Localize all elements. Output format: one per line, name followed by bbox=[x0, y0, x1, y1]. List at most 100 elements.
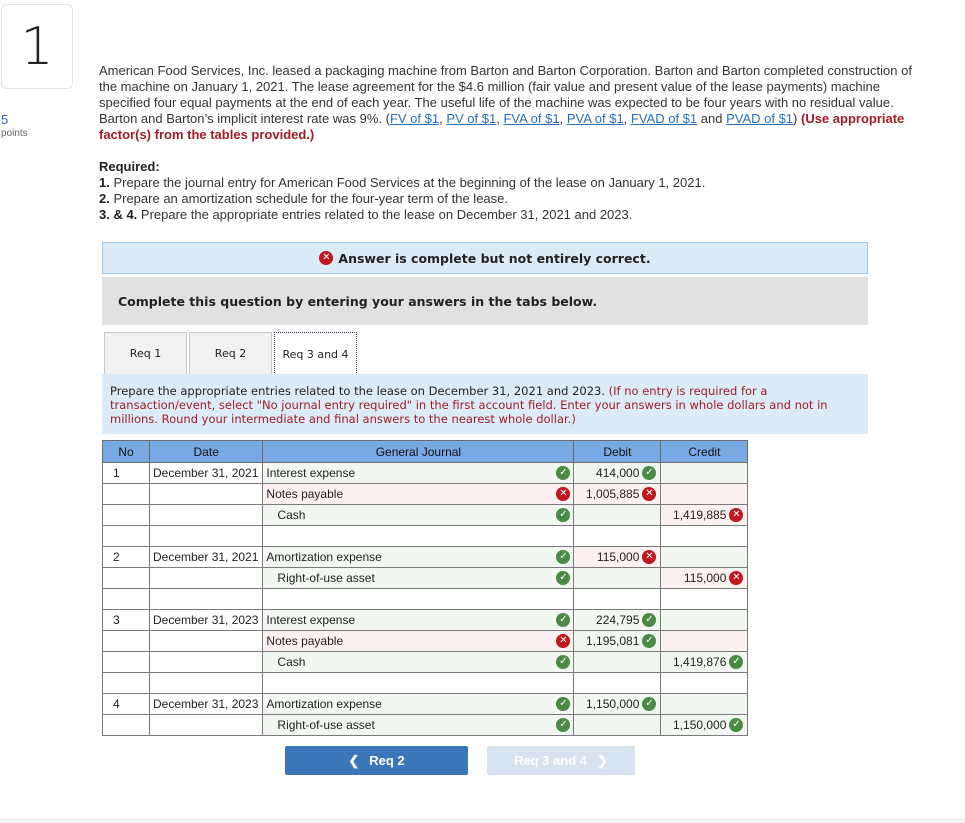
table-row: Cash ✓ 1,419,885 ✕ bbox=[102, 504, 749, 526]
cell-credit[interactable]: 115,000 ✕ bbox=[660, 567, 749, 589]
cell-account[interactable]: Cash ✓ bbox=[262, 504, 575, 526]
cell-no bbox=[102, 714, 150, 736]
tab-req-2[interactable]: Req 2 bbox=[189, 332, 272, 374]
credit-value: 1,419,885 bbox=[673, 508, 727, 522]
table-row: Cash ✓ 1,419,876 ✓ bbox=[102, 651, 749, 673]
account-name: Interest expense bbox=[266, 466, 356, 480]
points-label: points bbox=[1, 128, 28, 139]
x-circle-icon: ✕ bbox=[642, 550, 657, 564]
cell-account[interactable]: Amortization expense ✓ bbox=[262, 546, 575, 568]
cell-credit[interactable] bbox=[660, 483, 749, 505]
x-circle-icon: ✕ bbox=[556, 487, 571, 501]
cell-debit[interactable]: 1,150,000 ✓ bbox=[573, 693, 662, 715]
table-row bbox=[102, 525, 749, 547]
cell-date[interactable]: December 31, 2021 bbox=[148, 546, 264, 568]
cell-no: 1 bbox=[102, 462, 150, 484]
account-name: Interest expense bbox=[266, 613, 356, 627]
cell-date[interactable]: December 31, 2023 bbox=[148, 693, 264, 715]
link-fvad-of-1[interactable]: FVAD of $1 bbox=[631, 111, 697, 126]
close-paren: ) bbox=[793, 111, 801, 126]
header-date: Date bbox=[148, 440, 264, 463]
journal-header-row: No Date General Journal Debit Credit bbox=[102, 440, 749, 463]
cell-debit[interactable]: 414,000 ✓ bbox=[573, 462, 662, 484]
cell-credit[interactable] bbox=[660, 546, 749, 568]
credit-value: 115,000 bbox=[683, 571, 727, 585]
cell-credit[interactable] bbox=[660, 462, 749, 484]
link-fv-of-1[interactable]: FV of $1 bbox=[390, 111, 439, 126]
cell-date bbox=[148, 672, 264, 694]
prev-req-2-button[interactable]: ❮ Req 2 bbox=[285, 746, 468, 775]
cell-no: 3 bbox=[102, 609, 150, 631]
credit-amount: 1,150,000 ✓ bbox=[673, 718, 744, 732]
cell-account[interactable]: Notes payable ✕ bbox=[262, 483, 575, 505]
cell-credit bbox=[660, 588, 749, 610]
and-word: and bbox=[697, 111, 727, 126]
cell-account bbox=[262, 672, 575, 694]
required-item: 1. Prepare the journal entry for America… bbox=[99, 175, 929, 191]
cell-no bbox=[102, 525, 150, 547]
check-circle-icon: ✓ bbox=[729, 718, 744, 732]
header-no: No bbox=[102, 440, 150, 463]
cell-debit[interactable]: 1,195,081 ✓ bbox=[573, 630, 662, 652]
cell-debit[interactable] bbox=[573, 651, 662, 673]
debit-value: 414,000 bbox=[596, 466, 640, 480]
required-item-num: 1. bbox=[99, 175, 110, 190]
cell-debit[interactable]: 115,000 ✕ bbox=[573, 546, 662, 568]
cell-account[interactable]: Amortization expense ✓ bbox=[262, 693, 575, 715]
link-pva-of-1[interactable]: PVA of $1 bbox=[567, 111, 624, 126]
debit-value: 1,195,081 bbox=[586, 634, 640, 648]
account-name: Cash bbox=[277, 655, 306, 669]
tab-req-3-and-4[interactable]: Req 3 and 4 bbox=[274, 332, 357, 375]
cell-date bbox=[148, 483, 264, 505]
cell-account[interactable]: Right-of-use asset ✓ bbox=[262, 714, 575, 736]
bottom-divider bbox=[0, 819, 965, 823]
cell-debit bbox=[573, 525, 662, 547]
cell-account[interactable]: Cash ✓ bbox=[262, 651, 575, 673]
debit-amount: 115,000 ✕ bbox=[597, 550, 657, 564]
cell-debit bbox=[573, 672, 662, 694]
cell-credit[interactable]: 1,419,876 ✓ bbox=[660, 651, 749, 673]
link-fva-of-1[interactable]: FVA of $1 bbox=[503, 111, 559, 126]
cell-date bbox=[148, 504, 264, 526]
link-pvad-of-1[interactable]: PVAD of $1 bbox=[726, 111, 793, 126]
cell-debit[interactable]: 1,005,885 ✕ bbox=[573, 483, 662, 505]
cell-debit[interactable] bbox=[573, 567, 662, 589]
table-row: Notes payable ✕ 1,005,885 ✕ bbox=[102, 483, 749, 505]
cell-credit[interactable] bbox=[660, 693, 749, 715]
cell-account[interactable]: Notes payable ✕ bbox=[262, 630, 575, 652]
cell-credit[interactable] bbox=[660, 609, 749, 631]
x-circle-icon: ✕ bbox=[642, 487, 657, 501]
cell-credit[interactable]: 1,419,885 ✕ bbox=[660, 504, 749, 526]
link-pv-of-1[interactable]: PV of $1 bbox=[446, 111, 496, 126]
debit-amount: 224,795 ✓ bbox=[596, 613, 657, 627]
debit-value: 115,000 bbox=[596, 550, 640, 564]
required-item-num: 2. bbox=[99, 191, 110, 206]
tab-req-1[interactable]: Req 1 bbox=[104, 332, 187, 374]
account-name: Right-of-use asset bbox=[277, 718, 375, 732]
cell-date[interactable]: December 31, 2023 bbox=[148, 609, 264, 631]
x-circle-icon: ✕ bbox=[319, 251, 334, 265]
x-circle-icon: ✕ bbox=[729, 571, 744, 585]
check-circle-icon: ✓ bbox=[642, 613, 657, 627]
cell-debit[interactable]: 224,795 ✓ bbox=[573, 609, 662, 631]
cell-account bbox=[262, 525, 575, 547]
account-name: Notes payable bbox=[266, 634, 344, 648]
cell-no bbox=[102, 504, 150, 526]
check-circle-icon: ✓ bbox=[556, 613, 571, 627]
required-item-num: 3. & 4. bbox=[99, 207, 138, 222]
cell-account[interactable]: Interest expense ✓ bbox=[262, 609, 575, 631]
general-journal-table: No Date General Journal Debit Credit 1 De… bbox=[102, 440, 749, 736]
cell-credit[interactable]: 1,150,000 ✓ bbox=[660, 714, 749, 736]
cell-credit[interactable] bbox=[660, 630, 749, 652]
debit-amount: 1,195,081 ✓ bbox=[586, 634, 657, 648]
check-circle-icon: ✓ bbox=[556, 508, 571, 522]
cell-account[interactable]: Right-of-use asset ✓ bbox=[262, 567, 575, 589]
cell-debit[interactable] bbox=[573, 714, 662, 736]
cell-date[interactable]: December 31, 2021 bbox=[148, 462, 264, 484]
cell-no bbox=[102, 588, 150, 610]
instructions-main: Prepare the appropriate entries related … bbox=[110, 384, 609, 398]
cell-account bbox=[262, 588, 575, 610]
check-circle-icon: ✓ bbox=[642, 697, 657, 711]
cell-account[interactable]: Interest expense ✓ bbox=[262, 462, 575, 484]
cell-debit[interactable] bbox=[573, 504, 662, 526]
